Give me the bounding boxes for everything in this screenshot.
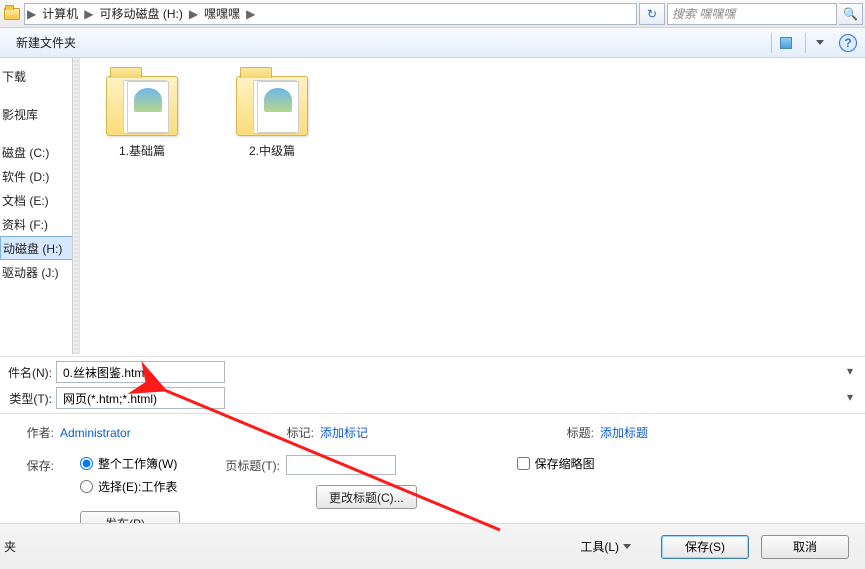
hide-folders-label[interactable]: 夹	[4, 538, 16, 555]
sidebar-item-drive-d[interactable]: 软件 (D:)	[0, 164, 79, 188]
help-icon[interactable]: ?	[839, 34, 857, 52]
folder-item[interactable]: 1.基础篇	[92, 76, 192, 159]
crumb-computer[interactable]: 计算机	[38, 4, 82, 24]
filetype-label: 类型(T):	[8, 390, 52, 407]
new-folder-button[interactable]: 新建文件夹	[8, 31, 84, 54]
chevron-right-icon: ▶	[244, 7, 257, 21]
chevron-right-icon: ▶	[82, 7, 95, 21]
change-title-button[interactable]: 更改标题(C)...	[316, 485, 417, 509]
author-value[interactable]: Administrator	[60, 426, 131, 440]
sidebar-item-drive-c[interactable]: 磁盘 (C:)	[0, 140, 79, 164]
crumb-drive[interactable]: 可移动磁盘 (H:)	[95, 4, 186, 24]
folder-label: 2.中级篇	[249, 142, 295, 159]
crumb-folder[interactable]: 嘿嘿嘿	[200, 4, 244, 24]
save-thumbnail-checkbox[interactable]: 保存缩略图	[517, 455, 595, 472]
folder-label: 1.基础篇	[119, 142, 165, 159]
sidebar-item-library[interactable]: 影视库	[0, 102, 79, 126]
sidebar-item-downloads[interactable]: 下载	[0, 64, 79, 88]
chevron-down-icon[interactable]: ▾	[847, 364, 853, 378]
chevron-right-icon: ▶	[25, 7, 38, 21]
filename-row: 件名(N): ▾	[0, 359, 865, 385]
folder-icon	[236, 76, 308, 136]
page-title-input[interactable]	[286, 455, 396, 475]
chevron-right-icon: ▶	[187, 7, 200, 21]
sidebar-resize-handle[interactable]	[72, 58, 79, 354]
address-bar: ▶ 计算机 ▶ 可移动磁盘 (H:) ▶ 嘿嘿嘿 ▶ ↻ 搜索 嘿嘿嘿 🔍	[0, 0, 865, 28]
search-placeholder: 搜索 嘿嘿嘿	[672, 5, 735, 22]
radio-whole-workbook-input[interactable]	[80, 457, 93, 470]
bottom-bar: 夹 工具(L) 保存(S) 取消	[0, 523, 865, 569]
radio-selection[interactable]: 选择(E):工作表	[80, 478, 180, 495]
title-key: 标题:	[548, 424, 594, 441]
breadcrumb[interactable]: ▶ 计算机 ▶ 可移动磁盘 (H:) ▶ 嘿嘿嘿 ▶	[24, 3, 637, 25]
folder-item[interactable]: 2.中级篇	[222, 76, 322, 159]
tags-value[interactable]: 添加标记	[320, 424, 368, 441]
filename-label: 件名(N):	[8, 364, 52, 381]
toolbar: 新建文件夹 ?	[0, 28, 865, 58]
chevron-down-icon	[623, 544, 631, 549]
search-icon[interactable]: 🔍	[839, 3, 863, 25]
tools-menu[interactable]: 工具(L)	[580, 538, 631, 555]
divider	[0, 356, 865, 357]
filetype-select[interactable]	[56, 387, 225, 409]
filetype-row: 类型(T): ▾	[0, 385, 865, 411]
radio-selection-input[interactable]	[80, 480, 93, 493]
sidebar: 下载 影视库 磁盘 (C:) 软件 (D:) 文档 (E:) 资料 (F:) 动…	[0, 58, 80, 354]
sidebar-item-drive-j[interactable]: 驱动器 (J:)	[0, 260, 79, 284]
view-dropdown-button[interactable]	[805, 33, 833, 53]
folder-icon	[106, 76, 178, 136]
refresh-button[interactable]: ↻	[639, 3, 665, 25]
sidebar-item-drive-h[interactable]: 动磁盘 (H:)	[0, 236, 79, 260]
save-button[interactable]: 保存(S)	[661, 535, 749, 559]
author-key: 作者:	[8, 424, 54, 441]
save-thumbnail-input[interactable]	[517, 457, 530, 470]
chevron-down-icon[interactable]: ▾	[847, 390, 853, 404]
sidebar-item-drive-f[interactable]: 资料 (F:)	[0, 212, 79, 236]
filename-input[interactable]	[56, 361, 225, 383]
search-input[interactable]: 搜索 嘿嘿嘿	[667, 3, 837, 25]
metadata-area: 作者: Administrator 标记: 添加标记 标题: 添加标题 保存: …	[0, 416, 865, 539]
view-mode-button[interactable]	[771, 33, 799, 53]
title-value[interactable]: 添加标题	[600, 424, 648, 441]
tags-key: 标记:	[268, 424, 314, 441]
page-title-key: 页标题(T):	[220, 457, 280, 474]
divider	[0, 413, 865, 414]
cancel-button[interactable]: 取消	[761, 535, 849, 559]
file-list[interactable]: 1.基础篇 2.中级篇	[80, 58, 865, 354]
sidebar-item-drive-e[interactable]: 文档 (E:)	[0, 188, 79, 212]
folder-icon	[2, 3, 22, 25]
main-pane: 下载 影视库 磁盘 (C:) 软件 (D:) 文档 (E:) 资料 (F:) 动…	[0, 58, 865, 354]
radio-whole-workbook[interactable]: 整个工作簿(W)	[80, 455, 180, 472]
